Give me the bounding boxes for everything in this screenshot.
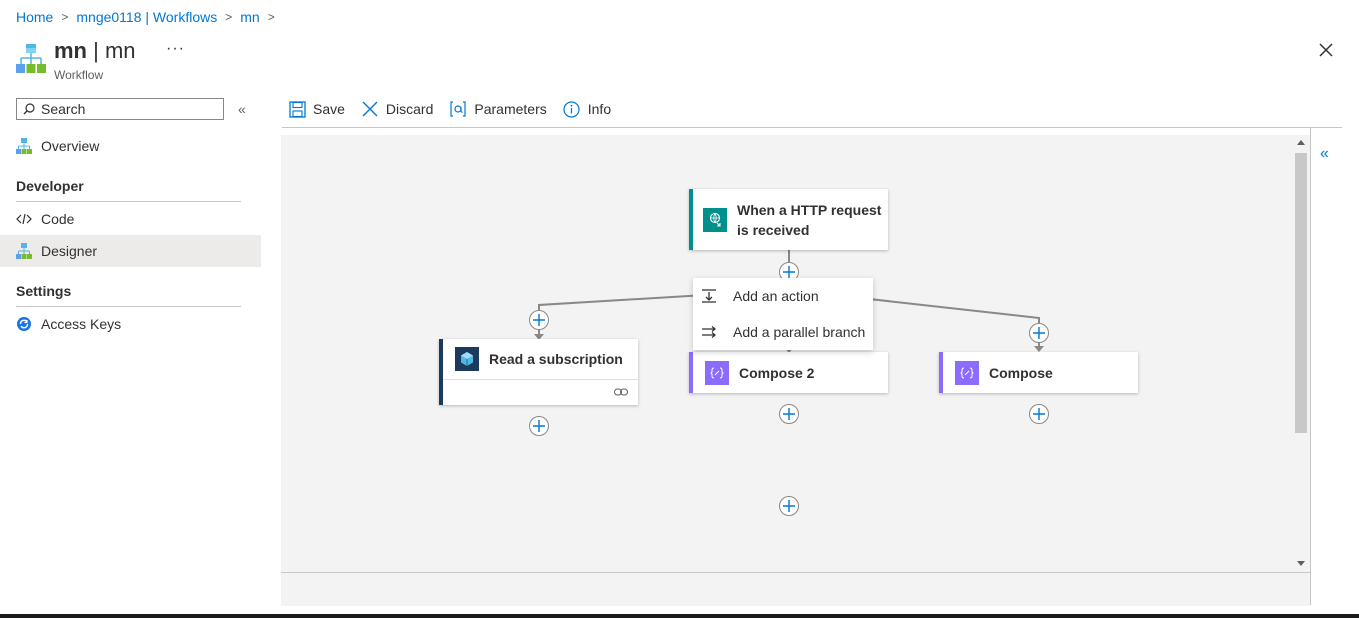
- sidebar-item-access-keys[interactable]: Access Keys: [0, 308, 261, 340]
- search-icon: [23, 103, 35, 115]
- discard-label: Discard: [385, 101, 434, 117]
- subscription-icon: [455, 347, 479, 371]
- page-title: mn | mn: [54, 38, 136, 64]
- section-divider: [16, 306, 241, 307]
- trigger-title-line1: When a HTTP request: [737, 201, 882, 218]
- breadcrumb-workflows[interactable]: mnge0118 | Workflows: [76, 9, 217, 25]
- search-input[interactable]: Search: [16, 98, 224, 120]
- compose-card[interactable]: Compose: [939, 352, 1138, 393]
- menu-item-add-parallel-branch[interactable]: Add a parallel branch: [693, 314, 873, 350]
- info-button[interactable]: Info: [563, 100, 611, 118]
- plus-icon: [783, 408, 795, 420]
- info-icon: [563, 100, 581, 118]
- link-icon: [614, 388, 628, 396]
- parameters-button[interactable]: Parameters: [449, 100, 547, 118]
- scrollbar-thumb[interactable]: [1295, 153, 1307, 433]
- add-step-button[interactable]: [779, 404, 799, 424]
- taskbar-edge: [0, 614, 1359, 618]
- access-keys-icon: [16, 316, 32, 332]
- code-icon: [16, 211, 32, 227]
- plus-icon: [533, 314, 545, 326]
- sidebar-item-label: Access Keys: [41, 316, 122, 332]
- canvas-footer: [281, 572, 1310, 606]
- toolbar: Save Discard Parameters Info: [288, 100, 627, 118]
- add-step-button[interactable]: [1029, 404, 1049, 424]
- info-label: Info: [587, 101, 612, 117]
- add-step-button[interactable]: [779, 496, 799, 516]
- page-title-bold: mn: [54, 38, 87, 63]
- menu-item-add-action[interactable]: Add an action: [693, 278, 873, 314]
- menu-item-label: Add an action: [733, 288, 819, 304]
- workflow-icon: [16, 44, 46, 73]
- plus-icon: [1033, 327, 1045, 339]
- sidebar-item-label: Designer: [41, 243, 98, 259]
- parameters-icon: [449, 100, 467, 118]
- add-step-button[interactable]: [529, 310, 549, 330]
- save-button[interactable]: Save: [288, 100, 345, 118]
- trigger-title-line2: is received: [737, 221, 810, 238]
- discard-icon: [361, 100, 379, 118]
- breadcrumb: Home > mnge0118 | Workflows > mn >: [16, 9, 275, 25]
- breadcrumb-separator: >: [61, 10, 69, 24]
- sidebar-item-label: Code: [41, 211, 75, 227]
- sidebar-item-label: Overview: [41, 138, 100, 154]
- breadcrumb-current[interactable]: mn: [240, 9, 259, 25]
- plus-icon: [783, 266, 795, 278]
- panel-divider: [1310, 128, 1311, 605]
- workflow-icon: [16, 138, 32, 154]
- save-icon: [288, 100, 306, 118]
- http-request-icon: [703, 207, 727, 232]
- collapse-sidebar-button[interactable]: «: [238, 101, 246, 117]
- breadcrumb-separator: >: [267, 10, 275, 24]
- breadcrumb-separator: >: [225, 10, 233, 24]
- discard-button[interactable]: Discard: [361, 100, 433, 118]
- compose2-card[interactable]: Compose 2: [689, 352, 888, 393]
- compose2-title: Compose 2: [739, 364, 815, 381]
- sidebar-item-designer[interactable]: Designer: [0, 235, 261, 267]
- parameters-label: Parameters: [474, 101, 547, 117]
- sidebar-item-code[interactable]: Code: [0, 203, 261, 235]
- page-title-rest: | mn: [93, 38, 136, 63]
- add-step-button[interactable]: [1029, 323, 1049, 343]
- close-icon[interactable]: [1316, 40, 1336, 60]
- read-subscription-card[interactable]: Read a subscription: [439, 339, 638, 405]
- save-label: Save: [313, 101, 345, 117]
- workflow-icon: [16, 243, 32, 259]
- section-divider: [16, 201, 241, 202]
- card-footer: [443, 379, 638, 405]
- compose-title: Compose: [989, 364, 1053, 381]
- section-settings: Settings: [16, 283, 72, 299]
- trigger-card[interactable]: When a HTTP request is received: [689, 189, 888, 250]
- more-options-button[interactable]: ···: [166, 40, 185, 58]
- menu-item-label: Add a parallel branch: [733, 324, 866, 340]
- breadcrumb-home[interactable]: Home: [16, 9, 53, 25]
- expand-panel-button[interactable]: «: [1320, 145, 1329, 163]
- plus-icon: [533, 420, 545, 432]
- toolbar-divider: [282, 127, 1342, 128]
- plus-icon: [783, 500, 795, 512]
- plus-icon: [1033, 408, 1045, 420]
- page-subtitle: Workflow: [54, 68, 104, 82]
- add-step-button[interactable]: [529, 416, 549, 436]
- parallel-branch-icon: [701, 324, 717, 340]
- search-placeholder: Search: [41, 101, 86, 117]
- read-subscription-title: Read a subscription: [489, 351, 623, 367]
- add-action-icon: [701, 288, 717, 304]
- add-step-menu: Add an action Add a parallel branch: [693, 278, 873, 350]
- compose-icon: [955, 360, 979, 385]
- section-developer: Developer: [16, 178, 84, 194]
- compose-icon: [705, 360, 729, 385]
- scroll-up-arrow[interactable]: [1297, 140, 1305, 145]
- sidebar-item-overview[interactable]: Overview: [0, 130, 261, 162]
- scroll-down-arrow[interactable]: [1297, 561, 1305, 566]
